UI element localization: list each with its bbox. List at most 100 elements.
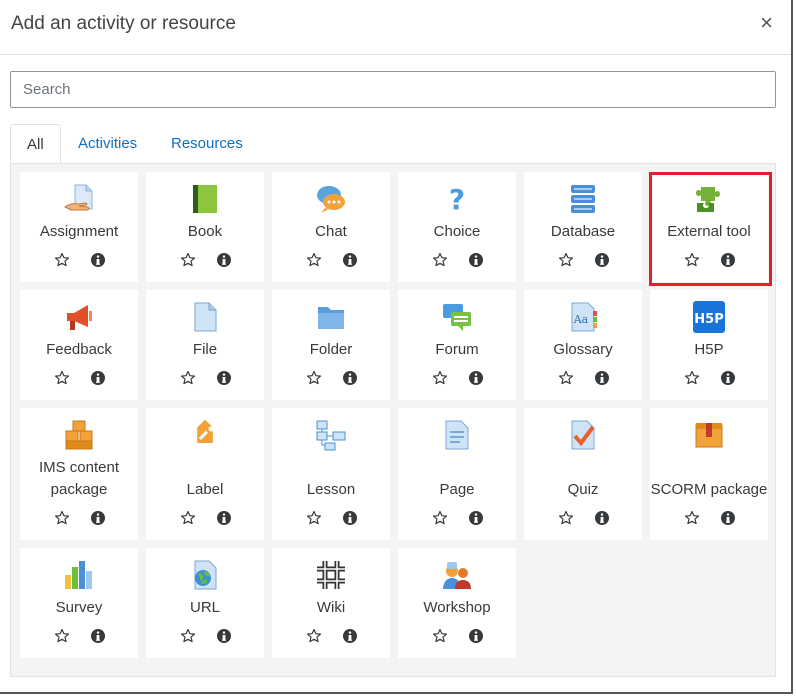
tab-all[interactable]: All: [10, 124, 61, 165]
module-card-label: H5P: [694, 341, 724, 358]
module-card-url[interactable]: URL: [146, 548, 264, 658]
module-card-choice[interactable]: ? Choice: [398, 172, 516, 282]
module-card-quiz[interactable]: Quiz: [524, 408, 642, 540]
module-card-feedback[interactable]: Feedback: [20, 290, 138, 400]
info-icon[interactable]: [720, 510, 736, 526]
info-icon[interactable]: [342, 252, 358, 268]
info-icon[interactable]: [342, 628, 358, 644]
star-outline-icon[interactable]: [558, 370, 574, 386]
info-icon[interactable]: [216, 252, 232, 268]
info-icon[interactable]: [90, 370, 106, 386]
star-outline-icon[interactable]: [306, 252, 322, 268]
book-icon: [189, 183, 221, 215]
info-icon[interactable]: [468, 370, 484, 386]
info-icon[interactable]: [468, 510, 484, 526]
star-outline-icon[interactable]: [432, 510, 448, 526]
star-outline-icon[interactable]: [54, 628, 70, 644]
info-icon[interactable]: [216, 510, 232, 526]
star-outline-icon[interactable]: [180, 370, 196, 386]
external-tool-icon: [693, 183, 725, 215]
star-outline-icon[interactable]: [558, 252, 574, 268]
module-card-assignment[interactable]: Assignment: [20, 172, 138, 282]
module-card-survey[interactable]: Survey: [20, 548, 138, 658]
search-input[interactable]: [10, 71, 776, 108]
info-icon[interactable]: [216, 628, 232, 644]
tab-resources[interactable]: Resources: [155, 124, 259, 164]
info-icon[interactable]: [342, 370, 358, 386]
star-outline-icon[interactable]: [306, 370, 322, 386]
info-icon[interactable]: [468, 628, 484, 644]
star-outline-icon[interactable]: [54, 510, 70, 526]
star-outline-icon[interactable]: [306, 628, 322, 644]
module-card-h5p[interactable]: H5P H5P: [650, 290, 768, 400]
info-icon[interactable]: [594, 510, 610, 526]
close-button[interactable]: ×: [760, 12, 773, 34]
star-outline-icon[interactable]: [432, 252, 448, 268]
module-card-label: SCORM package: [650, 481, 768, 498]
page-icon: [441, 419, 473, 451]
info-icon[interactable]: [720, 370, 736, 386]
tab-activities[interactable]: Activities: [62, 124, 153, 164]
info-icon[interactable]: [216, 370, 232, 386]
module-card-wiki[interactable]: Wiki: [272, 548, 390, 658]
star-outline-icon[interactable]: [180, 628, 196, 644]
module-card-label: Database: [550, 223, 616, 240]
star-outline-icon[interactable]: [684, 370, 700, 386]
info-icon[interactable]: [90, 252, 106, 268]
module-card-database[interactable]: Database: [524, 172, 642, 282]
star-outline-icon[interactable]: [180, 510, 196, 526]
module-card-chat[interactable]: Chat: [272, 172, 390, 282]
module-card-ims-content-package[interactable]: IMS content package: [20, 408, 138, 540]
module-card-label: Wiki: [316, 599, 346, 616]
star-outline-icon[interactable]: [432, 628, 448, 644]
star-outline-icon[interactable]: [180, 252, 196, 268]
module-card-label[interactable]: Label: [146, 408, 264, 540]
star-outline-icon[interactable]: [558, 510, 574, 526]
star-outline-icon[interactable]: [54, 370, 70, 386]
label-icon: [189, 419, 221, 451]
info-icon[interactable]: [468, 252, 484, 268]
module-card-label: Label: [186, 481, 224, 498]
module-card-scorm-package[interactable]: SCORM package: [650, 408, 768, 540]
module-card-lesson[interactable]: Lesson: [272, 408, 390, 540]
module-card-book[interactable]: Book: [146, 172, 264, 282]
info-icon[interactable]: [90, 628, 106, 644]
star-outline-icon[interactable]: [684, 252, 700, 268]
file-icon: [189, 301, 221, 333]
module-card-label: Workshop: [423, 599, 491, 616]
chat-icon: [315, 183, 347, 215]
module-card-file[interactable]: File: [146, 290, 264, 400]
lesson-icon: [315, 419, 347, 451]
module-card-folder[interactable]: Folder: [272, 290, 390, 400]
module-card-glossary[interactable]: Aa Glossary: [524, 290, 642, 400]
info-icon[interactable]: [594, 252, 610, 268]
info-icon[interactable]: [720, 252, 736, 268]
database-icon: [567, 183, 599, 215]
svg-text:Aa: Aa: [573, 313, 589, 326]
module-card-label: Feedback: [46, 341, 112, 358]
module-card-label: Choice: [433, 223, 481, 240]
modal-title: Add an activity or resource: [11, 13, 236, 34]
module-card-label: Lesson: [306, 481, 356, 498]
forum-icon: [441, 301, 473, 333]
star-outline-icon[interactable]: [306, 510, 322, 526]
module-card-label: External tool: [667, 223, 751, 240]
module-card-external-tool[interactable]: External tool: [650, 172, 768, 282]
module-card-label: Glossary: [553, 341, 613, 358]
add-activity-modal: Add an activity or resource × All Activi…: [0, 0, 793, 694]
info-icon[interactable]: [594, 370, 610, 386]
info-icon[interactable]: [342, 510, 358, 526]
feedback-icon: [63, 301, 95, 333]
assignment-icon: [63, 183, 95, 215]
module-card-label: Survey: [55, 599, 103, 616]
star-outline-icon[interactable]: [432, 370, 448, 386]
module-card-forum[interactable]: Forum: [398, 290, 516, 400]
info-icon[interactable]: [90, 510, 106, 526]
module-card-label: Chat: [315, 223, 347, 240]
module-card-workshop[interactable]: Workshop: [398, 548, 516, 658]
module-card-label: IMS content package: [38, 459, 120, 498]
star-outline-icon[interactable]: [684, 510, 700, 526]
module-card-page[interactable]: Page: [398, 408, 516, 540]
star-outline-icon[interactable]: [54, 252, 70, 268]
svg-text:H5P: H5P: [694, 312, 723, 327]
